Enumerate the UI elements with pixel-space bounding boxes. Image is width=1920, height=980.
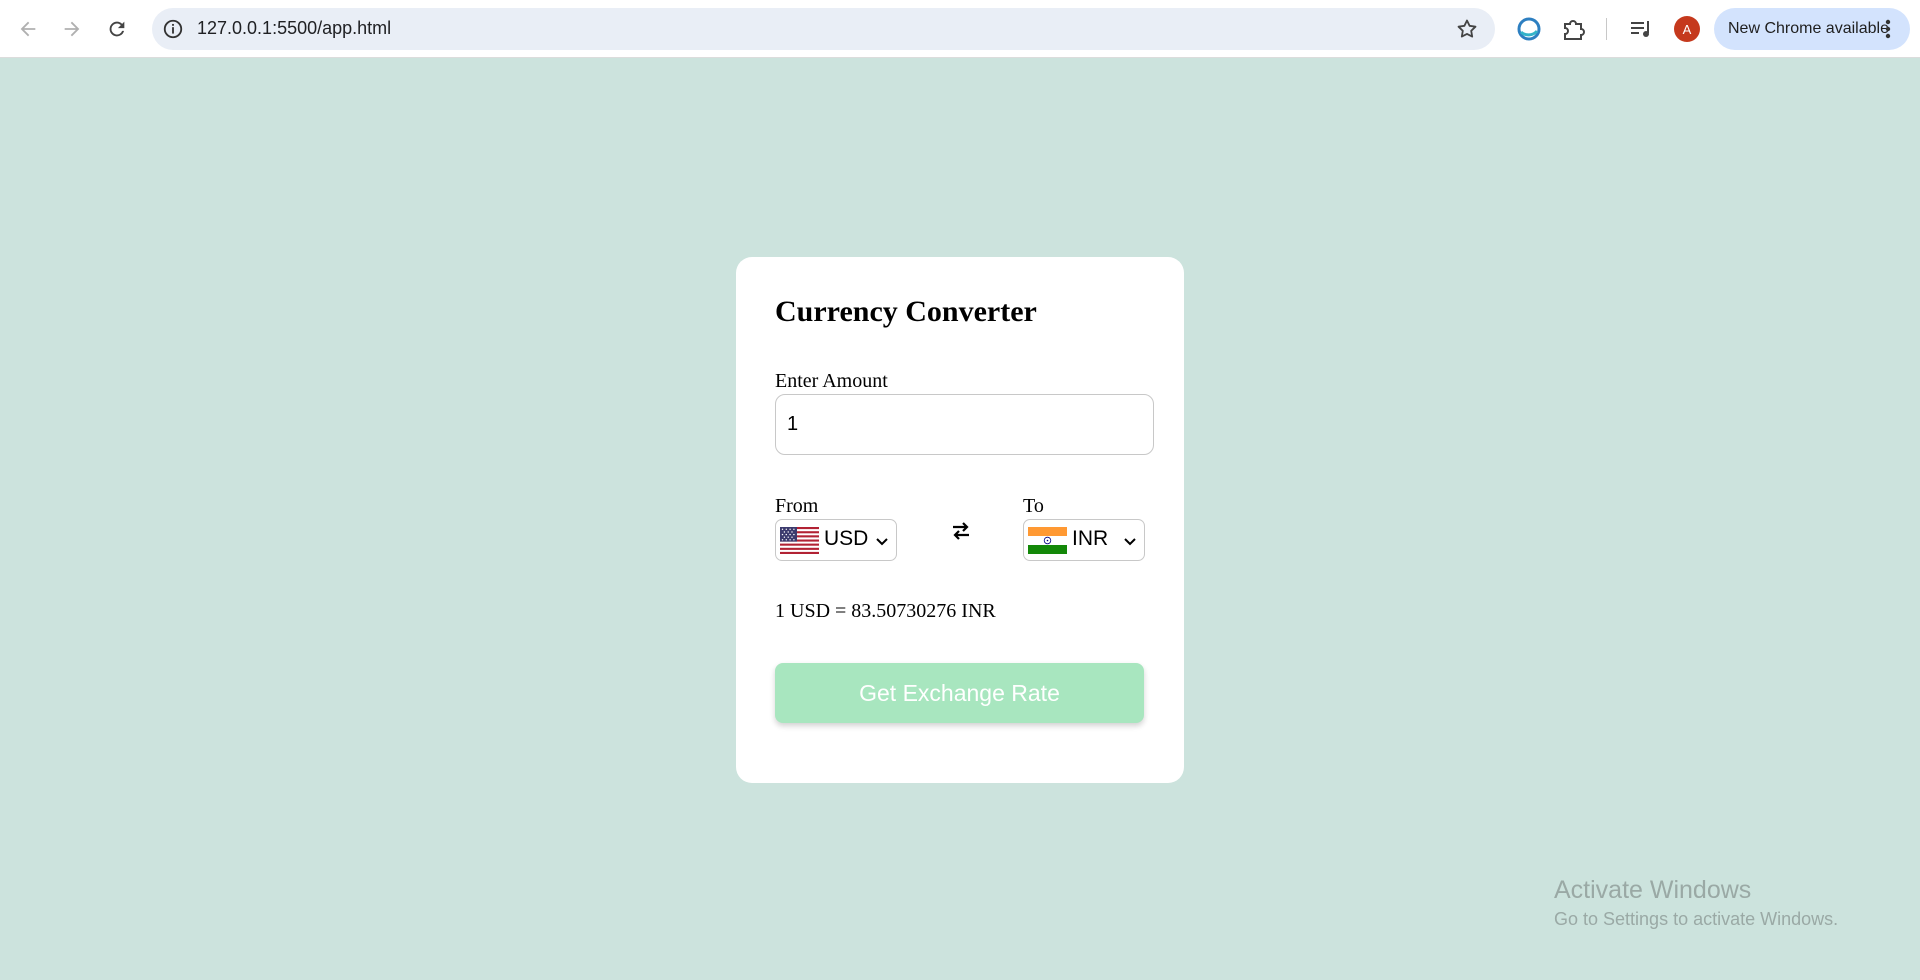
india-flag-icon [1028,527,1067,554]
back-button[interactable] [12,13,44,45]
address-bar[interactable]: 127.0.0.1:5500/app.html [152,8,1495,50]
us-flag-icon [780,527,819,554]
to-label: To [1023,495,1044,517]
puzzle-extension-icon[interactable] [1560,15,1588,43]
from-label: From [775,495,819,517]
forward-button[interactable] [56,13,88,45]
chevron-down-icon [1124,538,1136,546]
to-currency-code: INR [1072,527,1109,550]
from-currency-code: USD [824,527,869,550]
edge-extension-icon[interactable] [1515,15,1543,43]
bookmark-star-icon[interactable] [1455,17,1479,41]
media-playlist-icon[interactable] [1627,15,1655,43]
chevron-down-icon [876,538,888,546]
browser-toolbar: 127.0.0.1:5500/app.html A New Chrome ava… [0,0,1920,58]
amount-label: Enter Amount [775,370,888,392]
activate-windows-subtitle: Go to Settings to activate Windows. [1554,909,1839,929]
reload-button[interactable] [101,13,133,45]
back-arrow-icon [20,21,36,37]
site-info-icon[interactable] [162,18,184,40]
profile-avatar[interactable]: A [1674,16,1700,42]
url-text: 127.0.0.1:5500/app.html [197,18,392,38]
forward-arrow-icon [64,21,80,37]
toolbar-separator [1606,18,1607,40]
update-label: New Chrome available [1728,20,1889,37]
exchange-rate-message: 1 USD = 83.50730276 INR [775,600,996,622]
chrome-update-button[interactable]: New Chrome available [1714,8,1910,50]
kebab-menu-icon[interactable] [1878,17,1898,41]
reload-icon [109,21,125,37]
from-currency-select[interactable]: USD [775,519,897,561]
get-exchange-rate-button[interactable]: Get Exchange Rate [775,663,1144,723]
converter-card: Currency Converter Enter Amount From USD [736,257,1184,783]
amount-input[interactable] [775,394,1154,455]
to-currency-select[interactable]: INR [1023,519,1145,561]
page-title: Currency Converter [775,295,1037,328]
swap-arrows-icon[interactable] [949,519,973,543]
activate-windows-title: Activate Windows [1554,876,1752,904]
